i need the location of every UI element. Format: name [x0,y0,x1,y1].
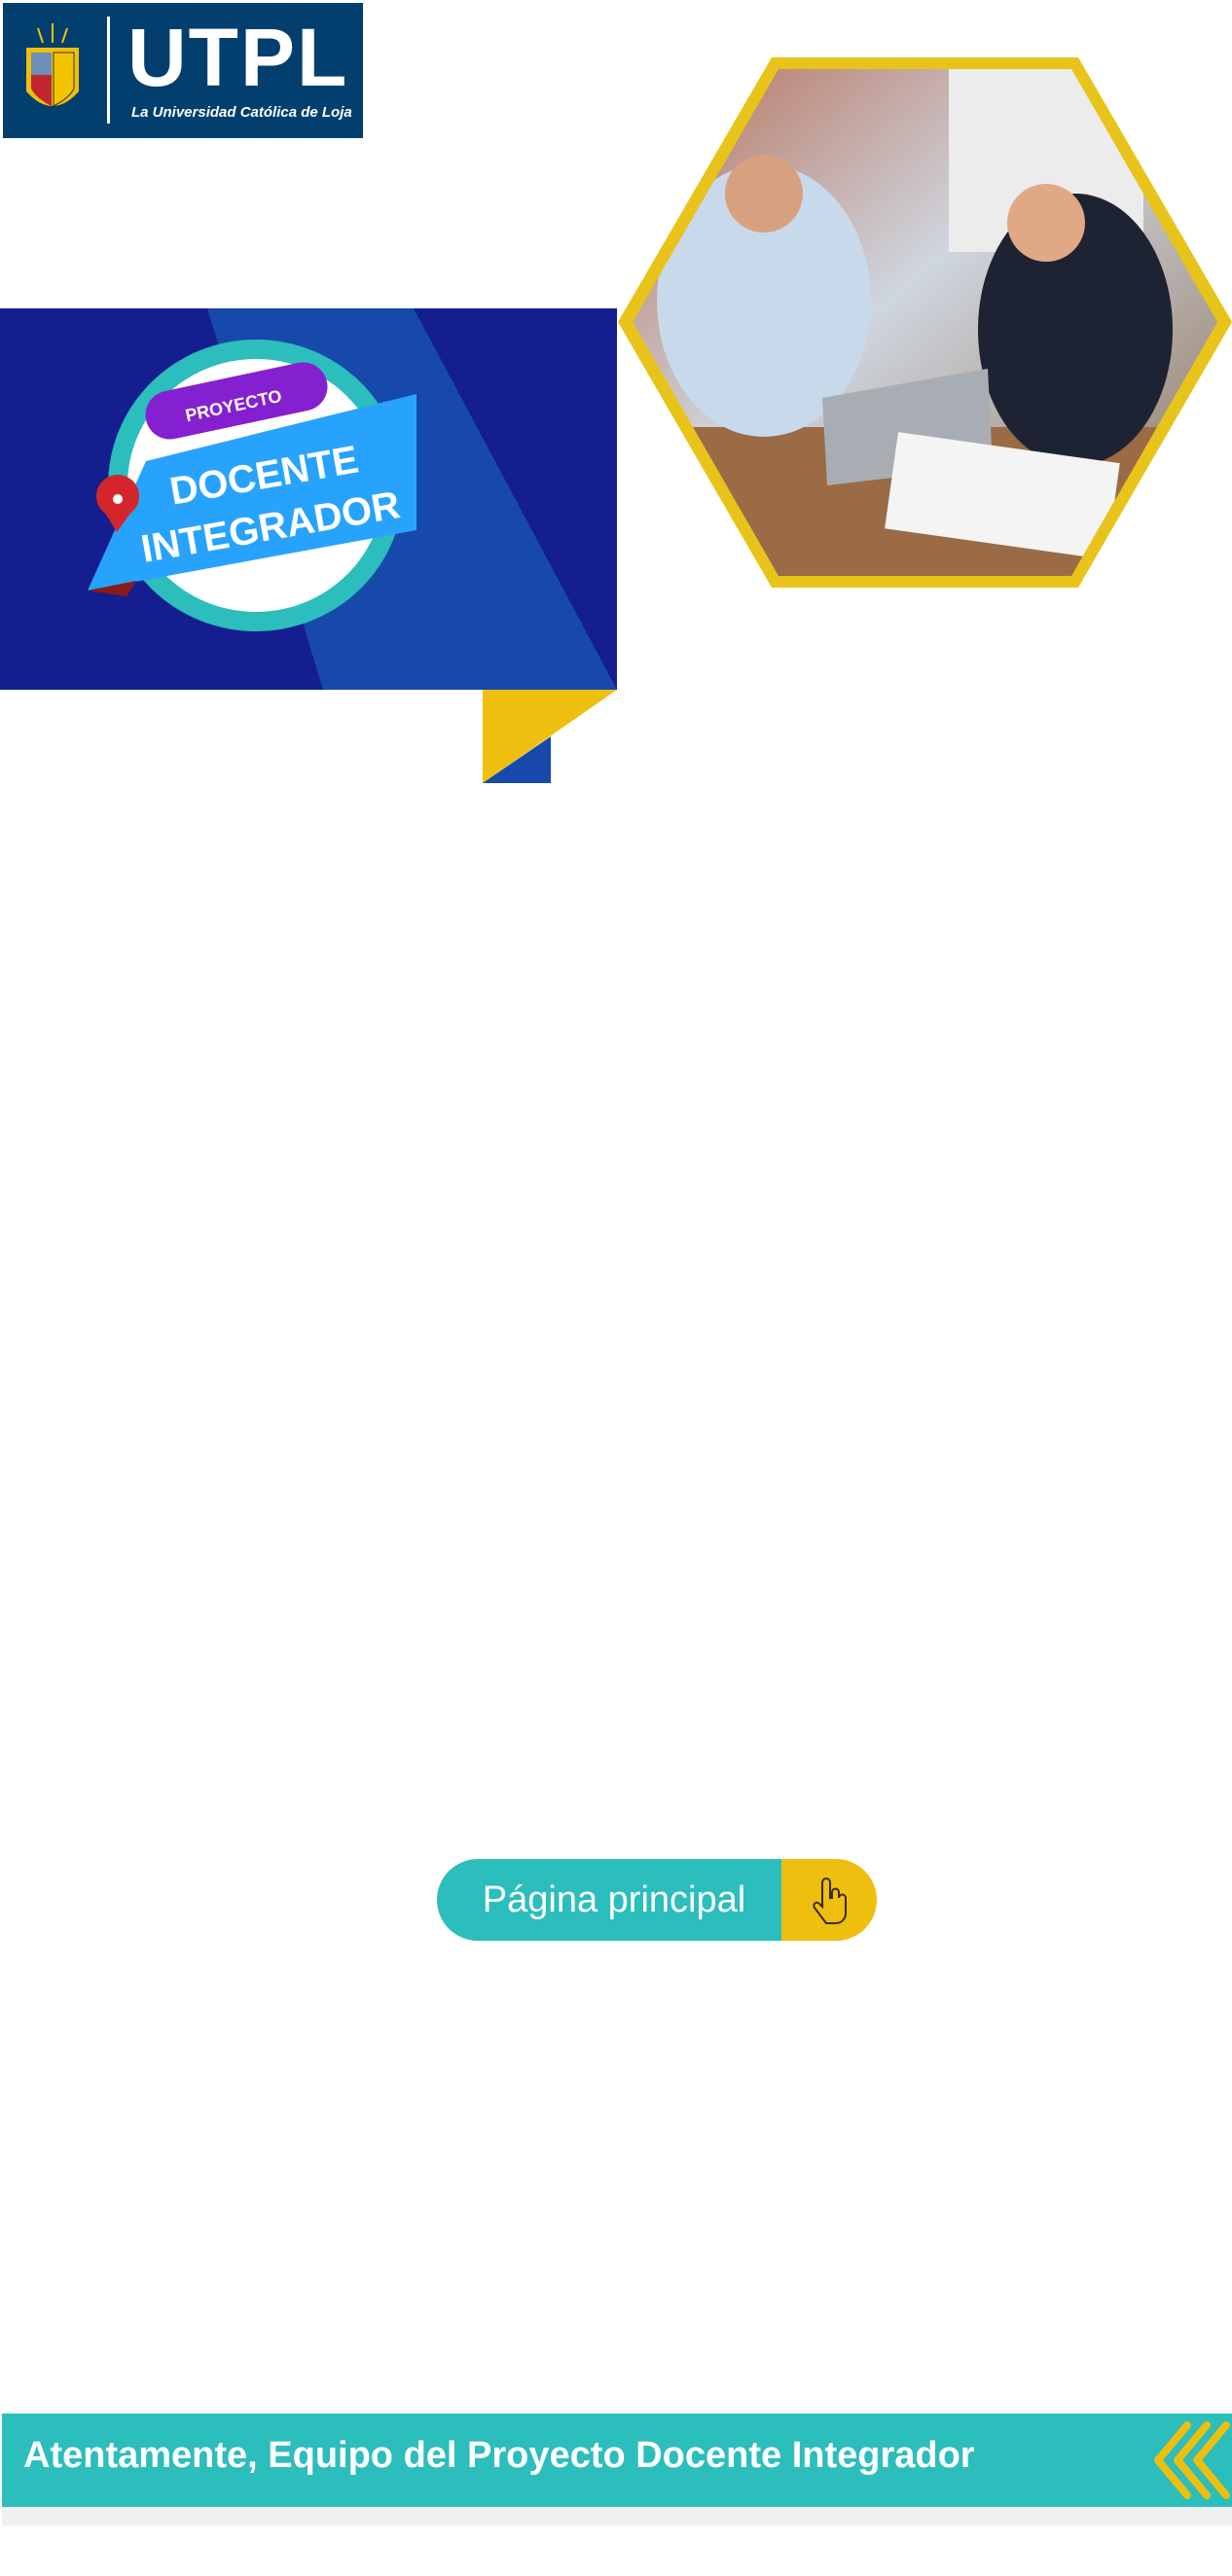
team-photo [618,57,1232,588]
logo-subtitle: La Universidad Católica de Loja [131,104,352,121]
crest-icon [26,23,79,107]
chevrons-left-icon[interactable] [1148,2419,1232,2501]
home-page-button-label: Página principal [437,1859,781,1941]
project-banner: PROYECTO DOCENTE INTEGRADOR [0,308,617,783]
footer-strip [2,2507,1232,2525]
hand-pointer-icon [781,1859,877,1941]
logo-title: UTPL [127,12,349,103]
footer-text: Atentamente, Equipo del Proyecto Docente… [23,2435,975,2476]
home-page-button[interactable]: Página principal [437,1859,877,1941]
logo-divider [107,17,110,124]
footer-banner: Atentamente, Equipo del Proyecto Docente… [2,2414,1232,2507]
utpl-logo[interactable]: UTPL La Universidad Católica de Loja [3,3,363,138]
